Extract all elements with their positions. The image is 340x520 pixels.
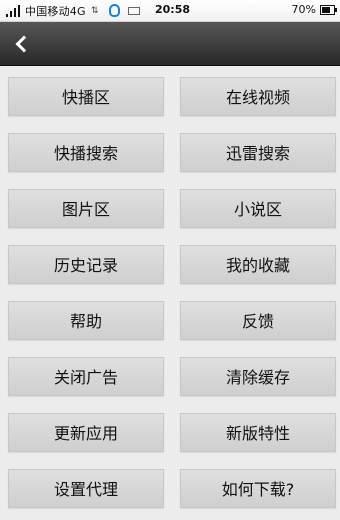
clear-cache-button[interactable]: 清除缓存	[180, 357, 336, 396]
back-arrow-icon[interactable]	[14, 35, 32, 53]
new-features-button[interactable]: 新版特性	[180, 413, 336, 452]
qq-icon	[109, 4, 120, 17]
online-video-button[interactable]: 在线视频	[180, 77, 336, 116]
carrier-label: 中国移动4G	[25, 5, 86, 18]
quick-play-search-button[interactable]: 快播搜索	[8, 133, 164, 172]
history-button[interactable]: 历史记录	[8, 245, 164, 284]
update-app-button[interactable]: 更新应用	[8, 413, 164, 452]
status-bar: 中国移动4G ⇅ 20:58 70%	[0, 0, 340, 22]
battery-fill	[322, 7, 330, 13]
network-activity-icon: ⇅	[91, 6, 99, 16]
favorites-button[interactable]: 我的收藏	[180, 245, 336, 284]
set-proxy-button[interactable]: 设置代理	[8, 469, 164, 508]
help-button[interactable]: 帮助	[8, 301, 164, 340]
clock: 20:58	[155, 3, 191, 16]
top-navigation-bar	[0, 22, 340, 66]
quick-play-area-button[interactable]: 快播区	[8, 77, 164, 116]
how-to-download-button[interactable]: 如何下载?	[180, 469, 336, 508]
image-area-button[interactable]: 图片区	[8, 189, 164, 228]
mail-icon	[128, 7, 140, 15]
novel-area-button[interactable]: 小说区	[180, 189, 336, 228]
battery-level: 70%	[291, 3, 316, 16]
page-title	[80, 32, 260, 54]
battery-icon	[320, 5, 337, 15]
menu-grid: 快播区 在线视频 快播搜索 迅雷搜索 图片区 小说区 历史记录 我的收藏 帮助 …	[0, 66, 340, 520]
feedback-button[interactable]: 反馈	[180, 301, 336, 340]
signal-icon	[6, 5, 22, 17]
thunder-search-button[interactable]: 迅雷搜索	[180, 133, 336, 172]
close-ads-button[interactable]: 关闭广告	[8, 357, 164, 396]
